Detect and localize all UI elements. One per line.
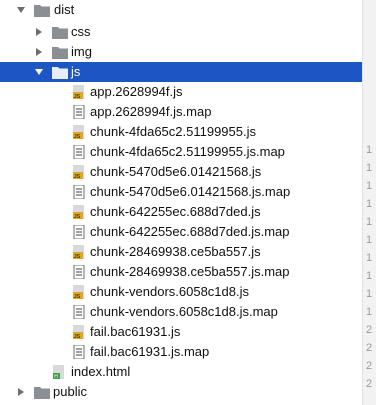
map-file-icon xyxy=(72,184,88,200)
tree-row-file[interactable]: JS chunk-642255ec.688d7ded.js xyxy=(0,202,362,222)
svg-text:JS: JS xyxy=(74,294,81,299)
tree-row-file[interactable]: chunk-4fda65c2.51199955.js.map xyxy=(0,142,362,162)
svg-text:JS: JS xyxy=(74,254,81,259)
js-file-icon: JS xyxy=(72,205,88,220)
folder-label: img xyxy=(71,44,92,59)
svg-text:JS: JS xyxy=(74,94,81,99)
map-file-icon xyxy=(72,344,88,360)
folder-label: css xyxy=(71,24,91,39)
chevron-right-icon[interactable] xyxy=(34,27,44,37)
chevron-down-icon[interactable] xyxy=(34,67,44,77)
js-file-icon: JS xyxy=(72,285,88,300)
svg-text:JS: JS xyxy=(74,334,81,339)
tree-row-css[interactable]: css xyxy=(0,22,362,42)
file-label: chunk-642255ec.688d7ded.js xyxy=(90,204,261,219)
folder-icon xyxy=(34,3,50,17)
tree-row-js[interactable]: js xyxy=(0,62,362,82)
file-label: index.html xyxy=(71,364,131,379)
file-label: app.2628994f.js xyxy=(90,84,183,99)
svg-text:JS: JS xyxy=(74,134,81,139)
tree-row-file[interactable]: JS chunk-5470d5e6.01421568.js xyxy=(0,162,362,182)
file-label: app.2628994f.js.map xyxy=(90,104,212,119)
file-label: fail.bac61931.js.map xyxy=(90,344,210,359)
tree-row-public[interactable]: public xyxy=(0,382,362,402)
file-label: chunk-642255ec.688d7ded.js.map xyxy=(90,224,290,239)
html-file-icon: H xyxy=(52,365,68,380)
tree-row-dist[interactable]: dist xyxy=(0,0,362,20)
map-file-icon xyxy=(72,304,88,320)
js-file-icon: JS xyxy=(72,165,88,180)
folder-label: dist xyxy=(54,2,75,17)
file-label: chunk-28469938.ce5ba557.js.map xyxy=(90,264,290,279)
tree-row-file[interactable]: chunk-28469938.ce5ba557.js.map xyxy=(0,262,362,282)
folder-label: public xyxy=(53,384,87,399)
gutter-line-number: 1 xyxy=(366,306,373,318)
gutter-line-number: 1 xyxy=(366,144,373,156)
file-label: chunk-vendors.6058c1d8.js xyxy=(90,284,249,299)
folder-label: js xyxy=(71,64,81,79)
gutter-line-number: 2 xyxy=(366,378,373,390)
map-file-icon xyxy=(72,104,88,120)
tree-row-file[interactable]: JS chunk-28469938.ce5ba557.js xyxy=(0,242,362,262)
map-file-icon xyxy=(72,144,88,160)
tree-row-file[interactable]: chunk-5470d5e6.01421568.js.map xyxy=(0,182,362,202)
map-file-icon xyxy=(72,264,88,280)
svg-text:JS: JS xyxy=(74,174,81,179)
gutter-line-number: 1 xyxy=(366,180,373,192)
chevron-right-icon[interactable] xyxy=(34,47,44,57)
gutter-line-number: 1 xyxy=(366,216,373,228)
gutter-line-number: 2 xyxy=(366,324,373,336)
chevron-right-icon[interactable] xyxy=(16,387,26,397)
folder-icon xyxy=(52,65,68,79)
js-file-icon: JS xyxy=(72,245,88,260)
file-label: fail.bac61931.js xyxy=(90,324,181,339)
file-label: chunk-5470d5e6.01421568.js.map xyxy=(90,184,291,199)
chevron-down-icon[interactable] xyxy=(16,5,26,15)
tree-row-file[interactable]: fail.bac61931.js.map xyxy=(0,342,362,362)
file-label: chunk-5470d5e6.01421568.js xyxy=(90,164,262,179)
map-file-icon xyxy=(72,224,88,240)
tree-row-file[interactable]: chunk-642255ec.688d7ded.js.map xyxy=(0,222,362,242)
file-label: chunk-4fda65c2.51199955.js xyxy=(90,124,256,139)
js-file-icon: JS xyxy=(72,85,88,100)
file-label: chunk-vendors.6058c1d8.js.map xyxy=(90,304,278,319)
gutter-line-number: 2 xyxy=(366,342,373,354)
folder-icon xyxy=(34,385,50,399)
js-file-icon: JS xyxy=(72,125,88,140)
gutter-line-number: 1 xyxy=(366,288,373,300)
tree-row-img[interactable]: img xyxy=(0,42,362,62)
folder-icon xyxy=(52,25,68,39)
tree-row-file[interactable]: JS app.2628994f.js xyxy=(0,82,362,102)
gutter-line-number: 1 xyxy=(366,162,373,174)
file-label: chunk-28469938.ce5ba557.js xyxy=(90,244,261,259)
folder-icon xyxy=(52,45,68,59)
js-file-icon: JS xyxy=(72,325,88,340)
gutter-line-number: 1 xyxy=(366,234,373,246)
gutter-line-number: 1 xyxy=(366,270,373,282)
tree-row-index-html[interactable]: H index.html xyxy=(0,362,362,382)
tree-row-file[interactable]: app.2628994f.js.map xyxy=(0,102,362,122)
tree-row-file[interactable]: JS chunk-4fda65c2.51199955.js xyxy=(0,122,362,142)
svg-text:JS: JS xyxy=(74,214,81,219)
tree-row-file[interactable]: JS chunk-vendors.6058c1d8.js xyxy=(0,282,362,302)
gutter-line-number: 1 xyxy=(366,252,373,264)
gutter-line-number: 1 xyxy=(366,198,373,210)
gutter-line-number: 2 xyxy=(366,360,373,372)
tree-row-file[interactable]: chunk-vendors.6058c1d8.js.map xyxy=(0,302,362,322)
file-label: chunk-4fda65c2.51199955.js.map xyxy=(90,144,285,159)
tree-row-file[interactable]: JS fail.bac61931.js xyxy=(0,322,362,342)
svg-text:H: H xyxy=(54,374,58,379)
